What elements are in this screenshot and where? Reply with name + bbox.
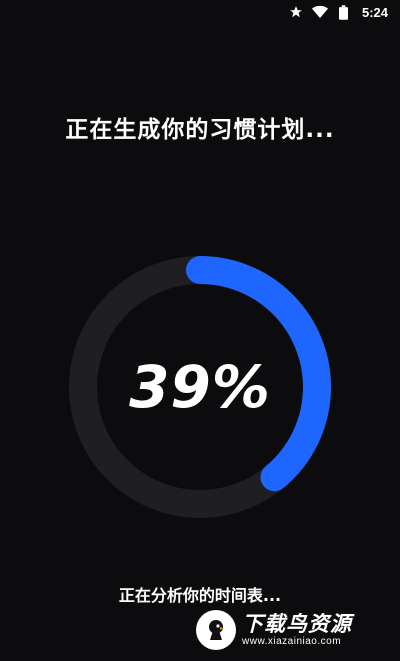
page-title: 正在生成你的习惯计划... — [65, 117, 335, 143]
status-time: 5:24 — [361, 4, 388, 20]
status-bar: 5:24 — [0, 0, 400, 24]
progress-percentage: 39% — [129, 353, 271, 421]
wifi-icon — [311, 4, 328, 20]
progress-ring: 39% — [66, 253, 334, 521]
star-icon — [288, 4, 304, 20]
watermark-url: www.xiazainiao.com — [242, 636, 342, 648]
watermark: 下载鸟资源 www.xiazainiao.com — [196, 605, 392, 655]
watermark-logo-icon — [196, 610, 236, 650]
status-message: 正在分析你的时间表... — [118, 586, 282, 605]
battery-icon — [336, 4, 352, 20]
watermark-name: 下载鸟资源 — [242, 611, 352, 636]
